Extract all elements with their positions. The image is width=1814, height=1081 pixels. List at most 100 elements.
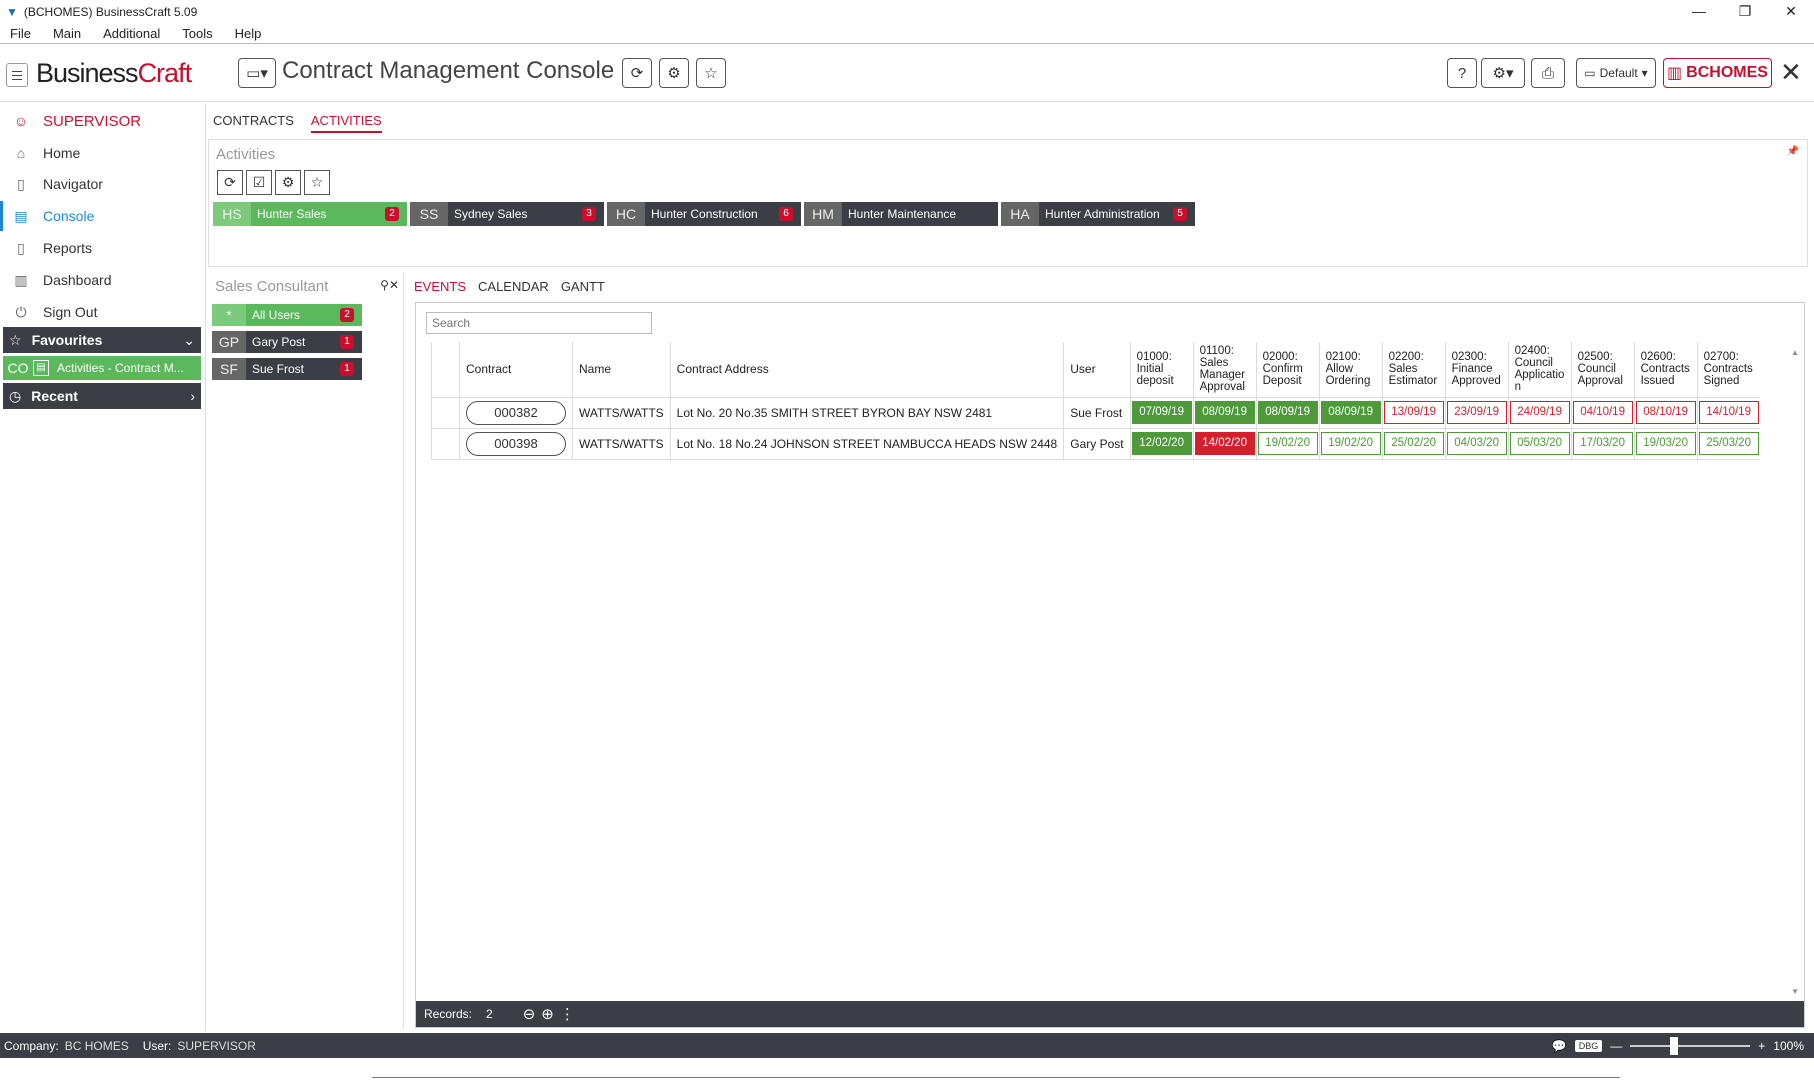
activity-date-badge[interactable]: 19/02/20 [1257,432,1318,455]
options-button[interactable]: ⚙▾ [1481,58,1525,88]
col-activity-01100[interactable]: 01100: Sales Manager Approval [1192,342,1257,397]
tab-activities[interactable]: ACTIVITIES [310,113,382,133]
tab-calendar[interactable]: CALENDAR [478,279,549,294]
activity-date-badge[interactable]: 04/03/20 [1446,432,1507,455]
col-activity-02600[interactable]: 02600: Contracts Issued [1633,342,1698,397]
group-hunter-maintenance[interactable]: HM Hunter Maintenance [804,202,998,226]
recent-header[interactable]: ◷ Recent › [3,383,201,409]
close-panel-icon[interactable]: ⚲✕ [380,278,399,292]
user-sue-frost[interactable]: SF Sue Frost 1 [212,358,362,380]
favourites-header[interactable]: ☆ Favourites ⌄ [3,327,201,353]
activity-date-badge[interactable]: 25/03/20 [1698,432,1759,455]
checklist-button[interactable]: ☑ [246,170,272,195]
activity-date-badge[interactable]: 08/09/19 [1320,401,1381,424]
printer-button[interactable]: ⎙ [1531,58,1565,88]
col-contract[interactable]: Contract [459,342,573,397]
activity-date-badge[interactable]: 04/10/19 [1572,401,1633,424]
favourite-button[interactable]: ☆ [304,170,330,195]
group-sydney-sales[interactable]: SS Sydney Sales 3 [410,202,604,226]
col-user[interactable]: User [1063,342,1131,397]
menu-help[interactable]: Help [235,26,262,41]
activity-date-badge[interactable]: 13/09/19 [1383,401,1444,424]
activity-date-badge[interactable]: 08/09/19 [1257,401,1318,424]
search-input[interactable] [426,312,652,334]
contract-number-button[interactable]: 000398 [466,431,566,456]
menu-additional[interactable]: Additional [103,26,160,41]
activity-date-badge[interactable]: 17/03/20 [1572,432,1633,455]
group-hunter-sales[interactable]: HS Hunter Sales 2 [213,202,407,226]
minimize-button[interactable]: — [1676,0,1722,24]
favourite-item[interactable]: CO ▤ Activities - Contract M... [3,356,201,380]
pin-icon[interactable]: 📌 [1787,146,1799,157]
favourite-button[interactable]: ☆ [696,58,726,88]
col-activity-02000[interactable]: 02000: Confirm Deposit [1255,342,1320,397]
col-name[interactable]: Name [572,342,671,397]
sidebar-item-dashboard[interactable]: ▥ Dashboard [0,265,206,295]
company-button[interactable]: ▥ BCHOMES [1663,58,1772,88]
refresh-button[interactable]: ⟳ [622,58,652,88]
sidebar-user[interactable]: ☺ SUPERVISOR [0,106,206,136]
activity-date-badge[interactable]: 14/02/20 [1194,432,1255,455]
help-button[interactable]: ? [1447,58,1477,88]
remove-row-button[interactable]: ⊖ [523,1005,536,1023]
activity-date-badge[interactable]: 07/09/19 [1131,401,1192,424]
activity-date-badge[interactable]: 12/02/20 [1131,432,1192,455]
activity-date-badge[interactable]: 19/03/20 [1635,432,1696,455]
tab-contracts[interactable]: CONTRACTS [213,113,294,133]
menu-file[interactable]: File [10,26,31,41]
col-activity-02500[interactable]: 02500: Council Approval [1570,342,1635,397]
group-hunter-construction[interactable]: HC Hunter Construction 6 [607,202,801,226]
restore-button[interactable]: ❐ [1722,0,1768,24]
col-activity-02400[interactable]: 02400: Council Applicatio n [1507,342,1572,397]
menu-tools[interactable]: Tools [182,26,212,41]
contract-number-button[interactable]: 000382 [466,400,566,425]
col-address[interactable]: Contract Address [669,342,1064,397]
table-row[interactable]: 000398 WATTS/WATTS Lot No. 18 No.24 JOHNSO… [431,427,1761,460]
activity-date-badge[interactable]: 05/03/20 [1509,432,1570,455]
activity-date-badge[interactable]: 24/09/19 [1509,401,1570,424]
zoom-in-button[interactable]: + [1758,1039,1765,1053]
activity-date-badge[interactable]: 08/10/19 [1635,401,1696,424]
col-activity-02200[interactable]: 02200: Sales Estimator [1381,342,1446,397]
row-selector[interactable] [431,427,460,460]
sidebar-item-sign-out[interactable]: ⏻ Sign Out [0,297,206,327]
add-row-button[interactable]: ⊕ [541,1005,554,1023]
user-all-users[interactable]: * All Users 2 [212,304,362,326]
table-row[interactable]: 000382 WATTS/WATTS Lot No. 20 No.35 SMITH … [431,396,1761,428]
zoom-slider[interactable] [1630,1036,1751,1055]
sidebar-toggle-button[interactable] [6,63,28,87]
tab-gantt[interactable]: GANTT [561,279,605,294]
refresh-button[interactable]: ⟳ [217,170,243,195]
col-activity-01000[interactable]: 01000: Initial deposit [1129,342,1194,397]
col-activity-02300[interactable]: 02300: Finance Approved [1444,342,1509,397]
activity-date-badge[interactable]: 25/02/20 [1383,432,1444,455]
settings-button[interactable]: ⚙ [275,170,301,195]
col-activity-02100[interactable]: 02100: Allow Ordering [1318,342,1383,397]
activity-date-badge[interactable]: 14/10/19 [1698,401,1759,424]
chat-icon[interactable]: 💬 [1552,1039,1567,1053]
more-options-icon[interactable]: ⋮ [560,1005,575,1023]
col-activity-02700[interactable]: 02700: Contracts Signed [1696,342,1761,397]
user-gary-post[interactable]: GP Gary Post 1 [212,331,362,353]
zoom-out-button[interactable]: — [1610,1039,1622,1053]
sidebar-item-navigator[interactable]: ▯ Navigator [0,169,206,199]
debug-badge[interactable]: DBG [1574,1039,1603,1052]
scroll-up-arrow[interactable]: ▲ [1791,348,1799,357]
console-menu-button[interactable]: ▭▾ [238,58,276,88]
window-close-button[interactable]: ✕ [1768,0,1814,24]
activity-date-badge[interactable]: 23/09/19 [1446,401,1507,424]
menu-main[interactable]: Main [53,26,81,41]
sidebar-item-home[interactable]: ⌂ Home [0,138,206,168]
activity-date-badge[interactable]: 08/09/19 [1194,401,1255,424]
layout-select[interactable]: ▭ Default ▾ [1576,58,1656,88]
zoom-slider-knob[interactable] [1670,1036,1679,1055]
tab-events[interactable]: EVENTS [414,279,466,294]
sidebar-item-console[interactable]: ▤ Console [0,201,206,231]
sidebar-item-reports[interactable]: ▯ Reports [0,233,206,263]
settings-button[interactable]: ⚙ [659,58,689,88]
close-console-button[interactable]: ✕ [1780,58,1802,86]
row-selector[interactable] [431,396,460,428]
activity-date-badge[interactable]: 19/02/20 [1320,432,1381,455]
scroll-down-arrow[interactable]: ▼ [1791,987,1799,996]
group-hunter-administration[interactable]: HA Hunter Administration 5 [1001,202,1195,226]
